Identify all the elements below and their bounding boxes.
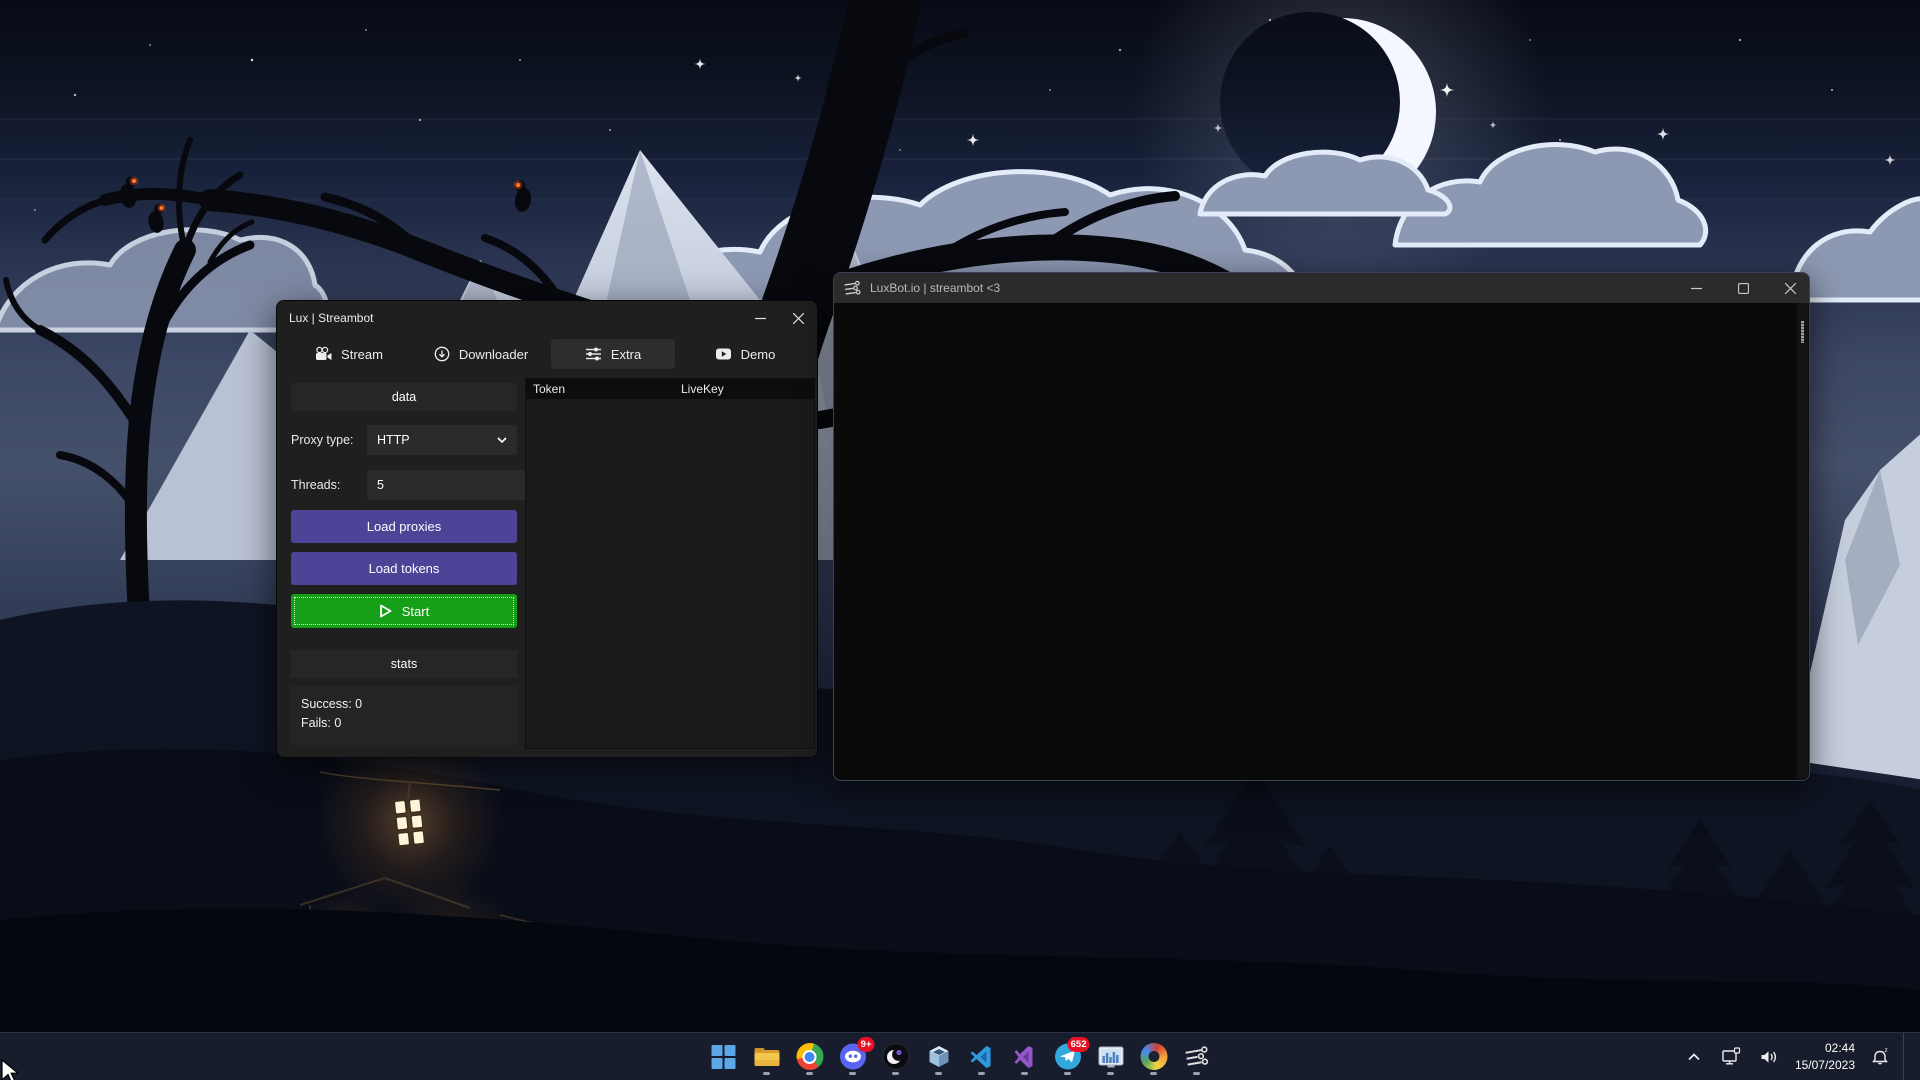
system-tray: 02:44 15/07/2023 z <box>1679 1033 1920 1080</box>
stats-success: Success: 0 <box>301 695 507 714</box>
load-proxies-button[interactable]: Load proxies <box>291 510 517 543</box>
taskbar: 9+ <box>0 1032 1920 1080</box>
lux-window-title: Lux | Streambot <box>289 311 374 325</box>
tray-notifications-button[interactable]: z <box>1865 1037 1897 1077</box>
taskbar-item-chrome[interactable] <box>790 1037 830 1077</box>
taskbar-item-telegram[interactable]: 652 <box>1048 1037 1088 1077</box>
bell-sleep-icon: z <box>1871 1047 1891 1066</box>
chevron-down-icon <box>497 437 507 443</box>
video-camera-icon <box>315 346 332 362</box>
tray-volume-button[interactable] <box>1753 1037 1785 1077</box>
taskbar-item-discord[interactable]: 9+ <box>833 1037 873 1077</box>
proxy-type-select[interactable]: HTTP <box>367 425 517 455</box>
show-desktop-strip[interactable] <box>1903 1033 1908 1080</box>
column-header-token[interactable]: Token <box>526 382 674 396</box>
tray-overflow-chevron[interactable] <box>1679 1037 1709 1077</box>
monitor-graph-icon <box>1097 1044 1124 1070</box>
lux-tab-bar: Stream Downloader Extra <box>283 335 811 373</box>
start-button[interactable]: Start <box>291 594 517 628</box>
tray-time: 02:44 <box>1795 1040 1855 1056</box>
mouse-cursor <box>0 1058 20 1080</box>
tab-demo-label: Demo <box>741 347 776 362</box>
console-titlebar[interactable]: LuxBot.io | streambot <3 <box>834 273 1809 303</box>
threads-input[interactable] <box>367 470 548 500</box>
stats-fails: Fails: 0 <box>301 714 507 733</box>
luxbot-app-icon <box>844 280 861 296</box>
close-icon[interactable] <box>1771 275 1809 301</box>
moon-app-icon <box>882 1043 909 1070</box>
luxbot-taskbar-icon <box>1183 1044 1210 1070</box>
token-table: Token LiveKey <box>525 378 815 749</box>
file-explorer-icon <box>753 1044 780 1070</box>
console-scrollbar-thumb[interactable] <box>1801 321 1804 343</box>
close-icon[interactable] <box>779 305 817 331</box>
tab-demo[interactable]: Demo <box>683 339 807 369</box>
proxy-type-label: Proxy type: <box>291 433 359 447</box>
color-wheel-icon <box>1136 1039 1171 1074</box>
lux-titlebar[interactable]: Lux | Streambot <box>277 301 817 335</box>
taskbar-item-luxbot[interactable] <box>1177 1037 1217 1077</box>
tab-downloader[interactable]: Downloader <box>419 339 543 369</box>
data-panel-header: data <box>291 383 517 411</box>
token-table-body[interactable] <box>526 399 814 748</box>
taskbar-item-moon-app[interactable] <box>876 1037 916 1077</box>
telegram-notification-badge: 652 <box>1068 1037 1090 1052</box>
speaker-icon <box>1759 1048 1779 1066</box>
tab-extra[interactable]: Extra <box>551 339 675 369</box>
tray-network-button[interactable] <box>1715 1037 1747 1077</box>
data-panel: data Proxy type: HTTP Threads: Load <box>291 383 517 745</box>
taskbar-item-vscode[interactable] <box>962 1037 1002 1077</box>
start-button[interactable] <box>704 1037 744 1077</box>
tab-stream[interactable]: Stream <box>287 339 411 369</box>
sliders-icon <box>585 346 602 362</box>
taskbar-item-file-explorer[interactable] <box>747 1037 787 1077</box>
visual-studio-icon <box>1012 1044 1038 1070</box>
lux-streambot-window: Lux | Streambot Stream <box>276 300 818 758</box>
network-monitor-icon <box>1721 1047 1741 1066</box>
desktop: Lux | Streambot Stream <box>0 0 1920 1080</box>
virtualbox-icon <box>925 1043 952 1070</box>
taskbar-item-color-wheel-browser[interactable] <box>1134 1037 1174 1077</box>
column-header-livekey[interactable]: LiveKey <box>674 382 814 396</box>
stats-panel-header: stats <box>291 650 517 678</box>
play-badge-icon <box>715 346 732 362</box>
taskbar-item-visual-studio[interactable] <box>1005 1037 1045 1077</box>
tray-clock[interactable]: 02:44 15/07/2023 <box>1791 1040 1859 1072</box>
luxbot-console-window: LuxBot.io | streambot <3 <box>833 272 1810 781</box>
proxy-type-value: HTTP <box>377 433 410 447</box>
start-button-label: Start <box>402 604 429 619</box>
tray-date: 15/07/2023 <box>1795 1057 1855 1073</box>
discord-notification-badge: 9+ <box>858 1037 875 1052</box>
stats-box: Success: 0 Fails: 0 <box>291 686 517 745</box>
console-window-title: LuxBot.io | streambot <3 <box>870 281 1000 295</box>
play-outline-icon <box>379 604 392 618</box>
token-table-header: Token LiveKey <box>526 379 814 399</box>
tab-extra-label: Extra <box>611 347 641 362</box>
maximize-icon[interactable] <box>1724 275 1762 301</box>
taskbar-item-system-monitor[interactable] <box>1091 1037 1131 1077</box>
console-scrollbar-track[interactable] <box>1797 303 1808 779</box>
load-tokens-button[interactable]: Load tokens <box>291 552 517 585</box>
tab-downloader-label: Downloader <box>459 347 528 362</box>
vscode-icon <box>969 1044 995 1070</box>
chrome-icon <box>796 1043 823 1070</box>
svg-text:z: z <box>1885 1047 1888 1054</box>
threads-label: Threads: <box>291 478 359 492</box>
console-output[interactable] <box>835 303 1808 779</box>
download-circle-icon <box>434 346 450 362</box>
minimize-icon[interactable] <box>1677 275 1715 301</box>
windows-logo-icon <box>711 1044 737 1070</box>
taskbar-center: 9+ <box>704 1033 1217 1080</box>
minimize-icon[interactable] <box>741 305 779 331</box>
chevron-up-icon <box>1685 1049 1703 1065</box>
taskbar-item-virtualbox[interactable] <box>919 1037 959 1077</box>
tab-stream-label: Stream <box>341 347 383 362</box>
